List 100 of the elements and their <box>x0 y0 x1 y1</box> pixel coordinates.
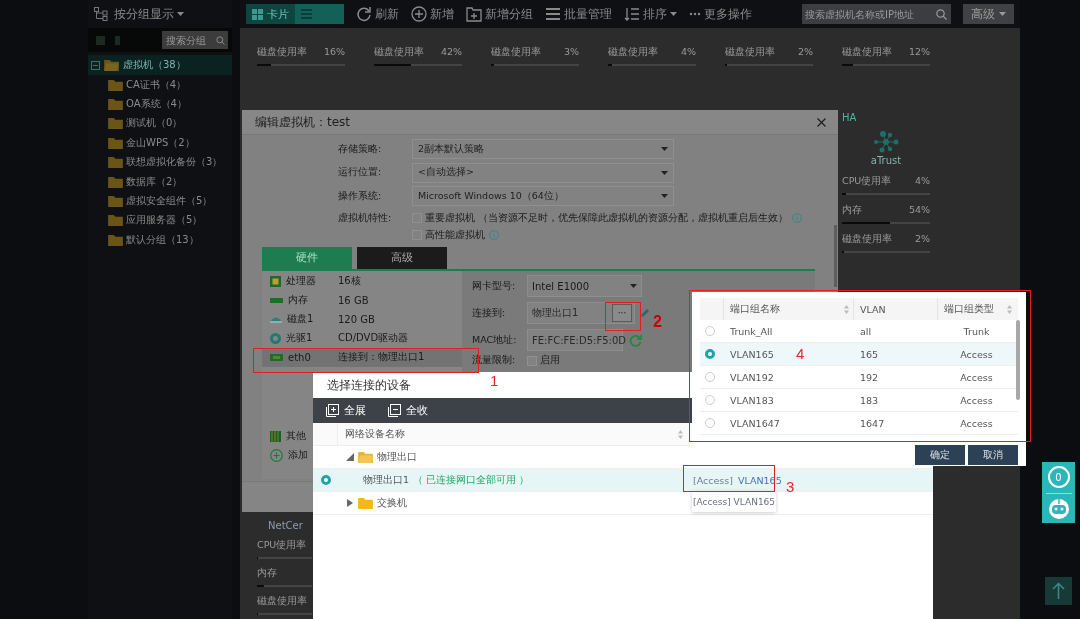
hardware-item[interactable]: 内存 16 GB <box>262 290 462 310</box>
toolbar-button[interactable]: 新增分组 <box>466 5 533 23</box>
folder-icon <box>108 156 123 169</box>
caret-icon <box>661 170 668 175</box>
chip-icon <box>270 430 281 442</box>
tree-item[interactable]: OA系统（4） <box>88 94 232 114</box>
vm-search-field[interactable]: 搜索虚拟机名称或IP地址 <box>802 4 951 24</box>
tree-item[interactable]: 联想虚拟化备份（3） <box>88 152 232 172</box>
toolbar-button[interactable]: 批量管理 <box>545 5 612 23</box>
table-cell: 183 <box>860 394 879 406</box>
checkbox[interactable]: 启用 <box>527 354 560 367</box>
select-field[interactable]: 2副本默认策略 <box>412 139 674 160</box>
advanced-filter-button[interactable]: 高级 <box>963 4 1014 24</box>
refresh-icon[interactable] <box>629 333 642 347</box>
tree-item[interactable]: CA证书（4） <box>88 75 232 95</box>
collapse-toggle-icon[interactable] <box>91 60 100 70</box>
memory-icon <box>270 297 283 303</box>
network-card-icon <box>270 353 283 361</box>
metric-value: 2% <box>914 233 930 246</box>
select-field[interactable]: Intel E1000 <box>527 275 642 297</box>
folder-icon <box>108 117 123 130</box>
metric-label: 磁盘使用率 <box>842 46 892 59</box>
browse-button[interactable]: ··· <box>612 304 632 322</box>
highlight-frame <box>605 302 641 331</box>
toolbar-button[interactable]: 全展 <box>326 403 366 418</box>
hardware-link[interactable]: 添加 <box>288 448 308 462</box>
disc-icon <box>270 332 281 344</box>
robot-icon[interactable] <box>1046 498 1071 520</box>
select-field[interactable]: <自动选择> <box>412 162 674 183</box>
metric-label: 内存 <box>257 567 277 580</box>
sort-icon[interactable] <box>678 429 683 439</box>
select-field[interactable]: Microsoft Windows 10（64位） <box>412 186 674 207</box>
hardware-item[interactable]: 磁盘1 120 GB <box>262 309 462 329</box>
metric-label: 磁盘使用率 <box>842 233 892 246</box>
table-cell: VLAN1647 <box>730 417 780 429</box>
vlan-row[interactable]: VLAN183 183 Access <box>700 389 1018 412</box>
tree-item[interactable]: 测试机（0） <box>88 113 232 134</box>
tree-item[interactable]: 金山WPS（2） <box>88 133 232 153</box>
dialog-button[interactable]: 取消 <box>968 445 1018 465</box>
column-header[interactable]: VLAN <box>853 298 937 320</box>
tree-item[interactable]: 物理出口 <box>377 450 417 464</box>
table-cell: VLAN165 <box>730 348 774 360</box>
group-view-dropdown[interactable]: 按分组显示 <box>114 5 184 23</box>
hardware-item[interactable]: eth0 连接到：物理出口1 <box>262 347 462 367</box>
tree-item[interactable]: 虚拟机（38） <box>88 55 232 75</box>
collapsed-arrow-icon[interactable] <box>346 499 354 507</box>
tab[interactable]: 高级 <box>357 246 447 269</box>
hardware-item[interactable]: 处理器 16核 <box>262 271 462 291</box>
ha-label: HA <box>842 112 858 123</box>
close-icon[interactable] <box>817 117 826 127</box>
radio-button[interactable] <box>321 475 331 485</box>
metric-label: 磁盘使用率 <box>491 46 541 59</box>
toolbar-button[interactable]: 新增 <box>411 5 454 23</box>
scrollbar[interactable] <box>1016 320 1020 400</box>
radio-button[interactable] <box>705 418 715 428</box>
sort-icon[interactable] <box>1007 304 1012 314</box>
folder-icon <box>108 175 123 188</box>
vlan-type: [Access] <box>693 474 733 486</box>
radio-button[interactable] <box>705 372 715 382</box>
column-header[interactable]: 端口组名称 <box>723 298 853 320</box>
back-to-top-icon[interactable] <box>1045 577 1072 605</box>
radio-button[interactable] <box>705 349 715 359</box>
scrollbar[interactable] <box>834 225 837 287</box>
table-cell: VLAN183 <box>730 394 774 406</box>
radio-button[interactable] <box>705 326 715 336</box>
dialog-button[interactable]: 确定 <box>915 445 965 465</box>
network-nodes-icon <box>873 131 899 153</box>
radio-button[interactable] <box>705 395 715 405</box>
group-search-field[interactable]: 搜索分组 <box>162 31 228 49</box>
tree-item[interactable]: 交换机 <box>377 496 407 510</box>
tab[interactable]: 硬件 <box>262 246 352 269</box>
vlan-row[interactable]: VLAN1647 1647 Access <box>700 412 1018 435</box>
sort-icon[interactable] <box>844 304 849 314</box>
toolbar-button[interactable]: 更多操作 <box>689 5 752 23</box>
field-label: 网卡型号: <box>472 279 517 293</box>
table-cell: 1647 <box>860 417 885 429</box>
hardware-link[interactable]: 其他 <box>286 429 306 443</box>
field-label: 运行位置: <box>338 166 383 180</box>
field-label: 虚拟机特性: <box>338 211 393 225</box>
checkbox[interactable]: 重要虚拟机 （当资源不足时，优先保障此虚拟机的资源分配，虚拟机重启后生效） <box>412 211 789 225</box>
suggestion-menu[interactable]: [Access] VLAN165 <box>692 491 776 512</box>
folder-icon <box>108 233 123 246</box>
column-header[interactable]: 端口组类型 <box>937 298 1016 320</box>
toolbar-button[interactable]: 全收 <box>388 403 428 418</box>
hardware-item[interactable]: 光驱1 CD/DVD驱动器 <box>262 328 462 348</box>
tree-item[interactable]: 应用服务器（5） <box>88 210 232 231</box>
expanded-arrow-icon[interactable] <box>346 453 354 461</box>
tree-item[interactable]: 虚拟安全组件（5） <box>88 191 232 211</box>
folder-icon <box>108 98 123 111</box>
field-label: 连接到: <box>472 306 507 320</box>
toolbar-button[interactable]: 刷新 <box>356 5 399 23</box>
toolbar-button[interactable]: 排序 <box>624 5 677 23</box>
caret-icon <box>177 12 184 16</box>
metric-label: CPU使用率 <box>257 539 307 552</box>
pencil-icon[interactable] <box>640 308 650 318</box>
tree-item[interactable]: 默认分组（13） <box>88 230 232 250</box>
view-tab[interactable] <box>295 4 344 24</box>
tree-item[interactable]: 数据库（2） <box>88 171 232 192</box>
dialog-title: 编辑虚拟机：test <box>255 113 351 131</box>
checkbox[interactable]: 高性能虚拟机 <box>412 228 485 242</box>
